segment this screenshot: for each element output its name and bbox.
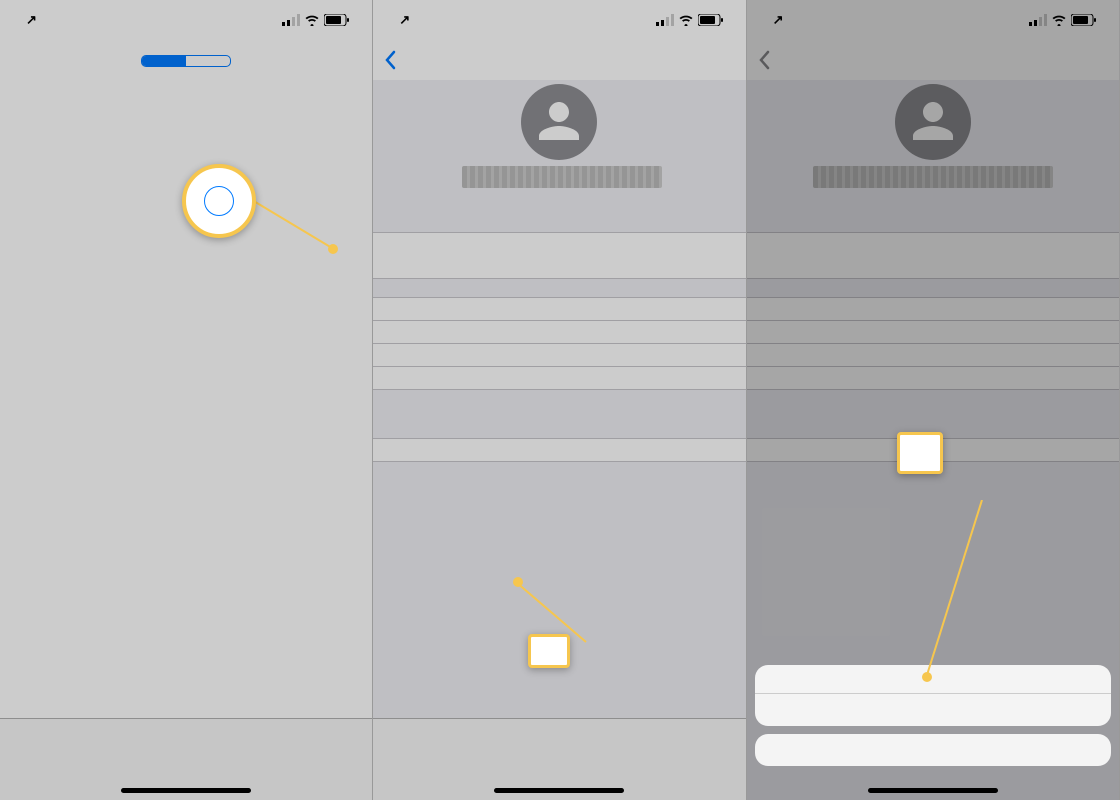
contact-actions bbox=[747, 196, 1119, 216]
screen-recents-list: ↗ bbox=[0, 0, 373, 800]
status-icons bbox=[656, 14, 724, 26]
home-indicator[interactable] bbox=[121, 788, 251, 793]
add-existing-button[interactable] bbox=[747, 367, 1119, 390]
home-indicator[interactable] bbox=[494, 788, 624, 793]
wifi-icon bbox=[304, 14, 320, 26]
status-bar: ↗ bbox=[0, 0, 372, 40]
status-bar: ↗ bbox=[747, 0, 1119, 40]
share-location-button[interactable] bbox=[747, 321, 1119, 344]
status-bar: ↗ bbox=[373, 0, 745, 40]
share-location-button[interactable] bbox=[373, 321, 745, 344]
share-contact-button[interactable] bbox=[373, 298, 745, 321]
contact-name bbox=[747, 166, 1119, 196]
filter-missed[interactable] bbox=[186, 56, 230, 66]
callout-block-caller bbox=[528, 634, 570, 668]
contact-name bbox=[373, 166, 745, 196]
block-caller-button[interactable] bbox=[373, 439, 745, 462]
filter-all[interactable] bbox=[142, 56, 186, 66]
battery-icon bbox=[324, 14, 350, 26]
screen-block-confirmation: ↗ bbox=[747, 0, 1120, 800]
status-icons bbox=[282, 14, 350, 26]
sheet-message bbox=[755, 665, 1111, 694]
back-button[interactable] bbox=[757, 50, 771, 70]
cancel-button[interactable] bbox=[755, 734, 1111, 766]
signal-icon bbox=[282, 14, 300, 26]
screen-contact-detail: ↗ bbox=[373, 0, 746, 800]
avatar bbox=[895, 84, 971, 160]
avatar bbox=[521, 84, 597, 160]
add-existing-button[interactable] bbox=[373, 367, 745, 390]
create-contact-button[interactable] bbox=[373, 344, 745, 367]
back-button[interactable] bbox=[383, 50, 397, 70]
chevron-left-icon bbox=[383, 50, 397, 70]
action-sheet bbox=[747, 657, 1119, 800]
page-title bbox=[15, 78, 357, 96]
share-contact-button[interactable] bbox=[747, 298, 1119, 321]
location-icon: ↗ bbox=[399, 12, 410, 28]
info-icon bbox=[204, 186, 234, 216]
contact-actions bbox=[373, 196, 745, 216]
block-contact-button[interactable] bbox=[755, 694, 1111, 726]
create-contact-button[interactable] bbox=[747, 344, 1119, 367]
location-icon: ↗ bbox=[26, 12, 37, 28]
callout-block-contact bbox=[897, 432, 943, 474]
callout-info-icon bbox=[182, 164, 256, 238]
filter-segmented-control[interactable] bbox=[141, 55, 231, 67]
